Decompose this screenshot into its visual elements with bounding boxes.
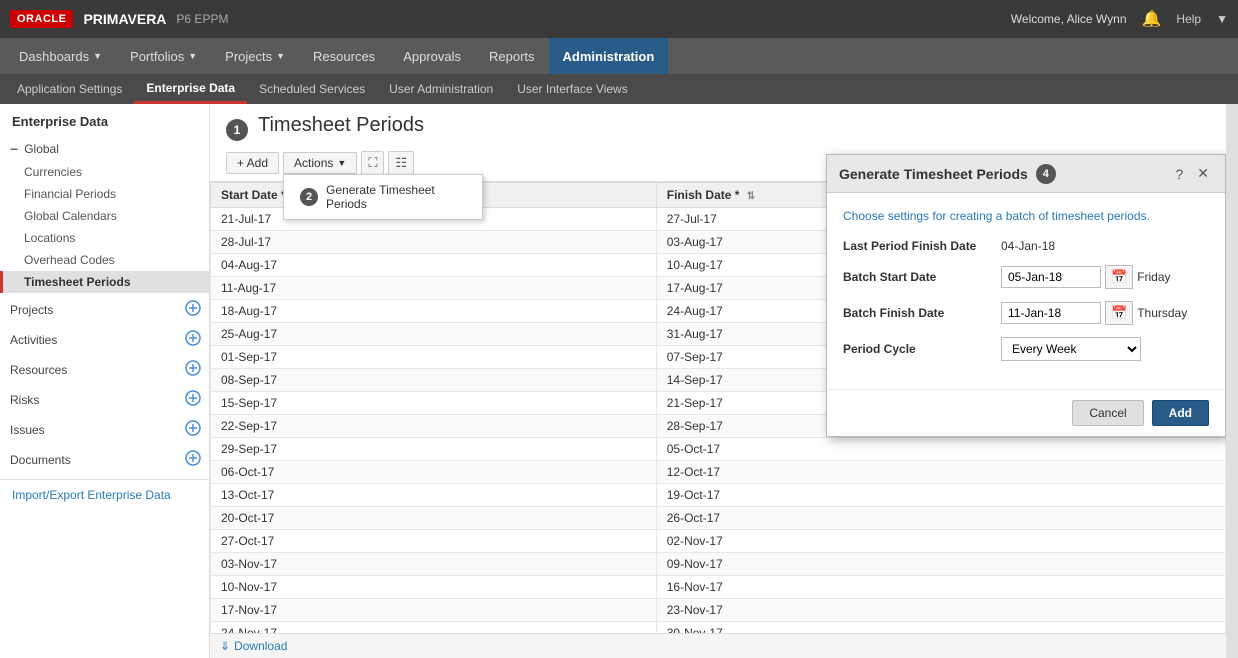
batch-start-calendar-button[interactable]: 📅 <box>1105 265 1133 289</box>
header-left: ORACLE PRIMAVERA P6 EPPM <box>10 10 228 28</box>
modal-help-icon[interactable]: ? <box>1171 164 1187 184</box>
batch-start-input[interactable] <box>1001 266 1101 288</box>
generate-modal: Generate Timesheet Periods 4 ? ✕ Choose … <box>826 154 1226 437</box>
welcome-text: Welcome, Alice Wynn <box>1011 12 1127 26</box>
modal-description: Choose settings for creating a batch of … <box>843 209 1209 223</box>
nav-projects[interactable]: Projects▼ <box>211 38 299 74</box>
nav-bar: Dashboards▼ Portfolios▼ Projects▼ Resour… <box>0 38 1238 74</box>
top-header: ORACLE PRIMAVERA P6 EPPM Welcome, Alice … <box>0 0 1238 38</box>
nav-dashboards[interactable]: Dashboards▼ <box>5 38 116 74</box>
sidebar-item-overhead-codes[interactable]: Overhead Codes <box>0 249 209 271</box>
sidebar-group-documents[interactable]: Documents <box>0 445 209 475</box>
right-scrollbar[interactable] <box>1226 104 1238 658</box>
app-sub: P6 EPPM <box>176 12 228 26</box>
projects-expand-icon <box>185 300 201 320</box>
sidebar-group-risks[interactable]: Risks <box>0 385 209 415</box>
projects-caret-icon: ▼ <box>276 51 285 61</box>
modal-body: Choose settings for creating a batch of … <box>827 193 1225 389</box>
modal-footer: Cancel Add <box>827 389 1225 436</box>
period-cycle-label: Period Cycle <box>843 342 993 356</box>
modal-header-icons: ? ✕ <box>1171 163 1213 184</box>
batch-start-input-group: 📅 Friday <box>1001 265 1171 289</box>
modal-close-icon[interactable]: ✕ <box>1193 163 1213 184</box>
batch-start-field: Batch Start Date 📅 Friday <box>843 265 1209 289</box>
help-text[interactable]: Help <box>1176 12 1201 26</box>
sidebar-item-global-calendars[interactable]: Global Calendars <box>0 205 209 227</box>
batch-start-day: Friday <box>1137 270 1170 284</box>
batch-finish-day: Thursday <box>1137 306 1187 320</box>
sidebar-item-timesheet-periods[interactable]: Timesheet Periods <box>0 271 209 293</box>
sub-nav-user-administration[interactable]: User Administration <box>377 74 505 104</box>
sub-nav-scheduled-services[interactable]: Scheduled Services <box>247 74 377 104</box>
dashboards-caret-icon: ▼ <box>93 51 102 61</box>
sub-nav-user-interface-views[interactable]: User Interface Views <box>505 74 640 104</box>
documents-expand-icon <box>185 450 201 470</box>
batch-finish-field: Batch Finish Date 📅 Thursday <box>843 301 1209 325</box>
sidebar-global-label: Global <box>24 142 59 156</box>
sidebar-group-issues[interactable]: Issues <box>0 415 209 445</box>
batch-start-label: Batch Start Date <box>843 270 993 284</box>
nav-administration[interactable]: Administration <box>549 38 669 74</box>
modal-header: Generate Timesheet Periods 4 ? ✕ <box>827 155 1225 193</box>
sidebar-title: Enterprise Data <box>0 104 209 135</box>
risks-expand-icon <box>185 390 201 410</box>
sub-nav-bar: Application Settings Enterprise Data Sch… <box>0 74 1238 104</box>
modal-title-area: Generate Timesheet Periods 4 <box>839 164 1056 184</box>
modal-add-button[interactable]: Add <box>1152 400 1209 426</box>
sidebar-group-resources[interactable]: Resources <box>0 355 209 385</box>
header-right: Welcome, Alice Wynn 🔔 Help ▼ <box>1011 9 1228 29</box>
period-cycle-select[interactable]: Every WeekEvery Two WeeksEvery Month <box>1001 337 1141 361</box>
bell-icon[interactable]: 🔔 <box>1142 9 1162 29</box>
sidebar-global-header[interactable]: − Global <box>0 137 209 161</box>
content-area: 1 Timesheet Periods + Add Actions ▼ 2 Ge… <box>210 104 1226 658</box>
last-period-field: Last Period Finish Date 04-Jan-18 <box>843 239 1209 253</box>
sidebar-group-projects[interactable]: Projects <box>0 295 209 325</box>
sidebar: Enterprise Data − Global Currencies Fina… <box>0 104 210 658</box>
batch-finish-input-group: 📅 Thursday <box>1001 301 1187 325</box>
app-name: PRIMAVERA <box>83 11 166 27</box>
period-cycle-field: Period Cycle Every WeekEvery Two WeeksEv… <box>843 337 1209 361</box>
last-period-label: Last Period Finish Date <box>843 239 993 253</box>
batch-finish-input[interactable] <box>1001 302 1101 324</box>
portfolios-caret-icon: ▼ <box>188 51 197 61</box>
sidebar-item-currencies[interactable]: Currencies <box>0 161 209 183</box>
modal-title: Generate Timesheet Periods <box>839 166 1028 182</box>
sub-nav-enterprise-data[interactable]: Enterprise Data <box>134 74 247 104</box>
cancel-button[interactable]: Cancel <box>1072 400 1143 426</box>
nav-resources[interactable]: Resources <box>299 38 389 74</box>
nav-approvals[interactable]: Approvals <box>389 38 475 74</box>
sub-nav-application-settings[interactable]: Application Settings <box>5 74 134 104</box>
nav-portfolios[interactable]: Portfolios▼ <box>116 38 211 74</box>
import-export-link[interactable]: Import/Export Enterprise Data <box>0 479 209 510</box>
sidebar-item-locations[interactable]: Locations <box>0 227 209 249</box>
oracle-logo: ORACLE <box>10 10 73 28</box>
main-layout: Enterprise Data − Global Currencies Fina… <box>0 104 1238 658</box>
batch-finish-label: Batch Finish Date <box>843 306 993 320</box>
last-period-value: 04-Jan-18 <box>1001 239 1055 253</box>
activities-expand-icon <box>185 330 201 350</box>
global-collapse-icon: − <box>10 141 18 157</box>
help-caret-icon: ▼ <box>1216 12 1228 26</box>
sidebar-item-financial-periods[interactable]: Financial Periods <box>0 183 209 205</box>
nav-reports[interactable]: Reports <box>475 38 549 74</box>
sidebar-global-section: − Global Currencies Financial Periods Gl… <box>0 135 209 295</box>
batch-finish-calendar-button[interactable]: 📅 <box>1105 301 1133 325</box>
modal-overlay: Generate Timesheet Periods 4 ? ✕ Choose … <box>210 104 1226 658</box>
issues-expand-icon <box>185 420 201 440</box>
step-badge-4: 4 <box>1036 164 1056 184</box>
resources-expand-icon <box>185 360 201 380</box>
sidebar-group-activities[interactable]: Activities <box>0 325 209 355</box>
